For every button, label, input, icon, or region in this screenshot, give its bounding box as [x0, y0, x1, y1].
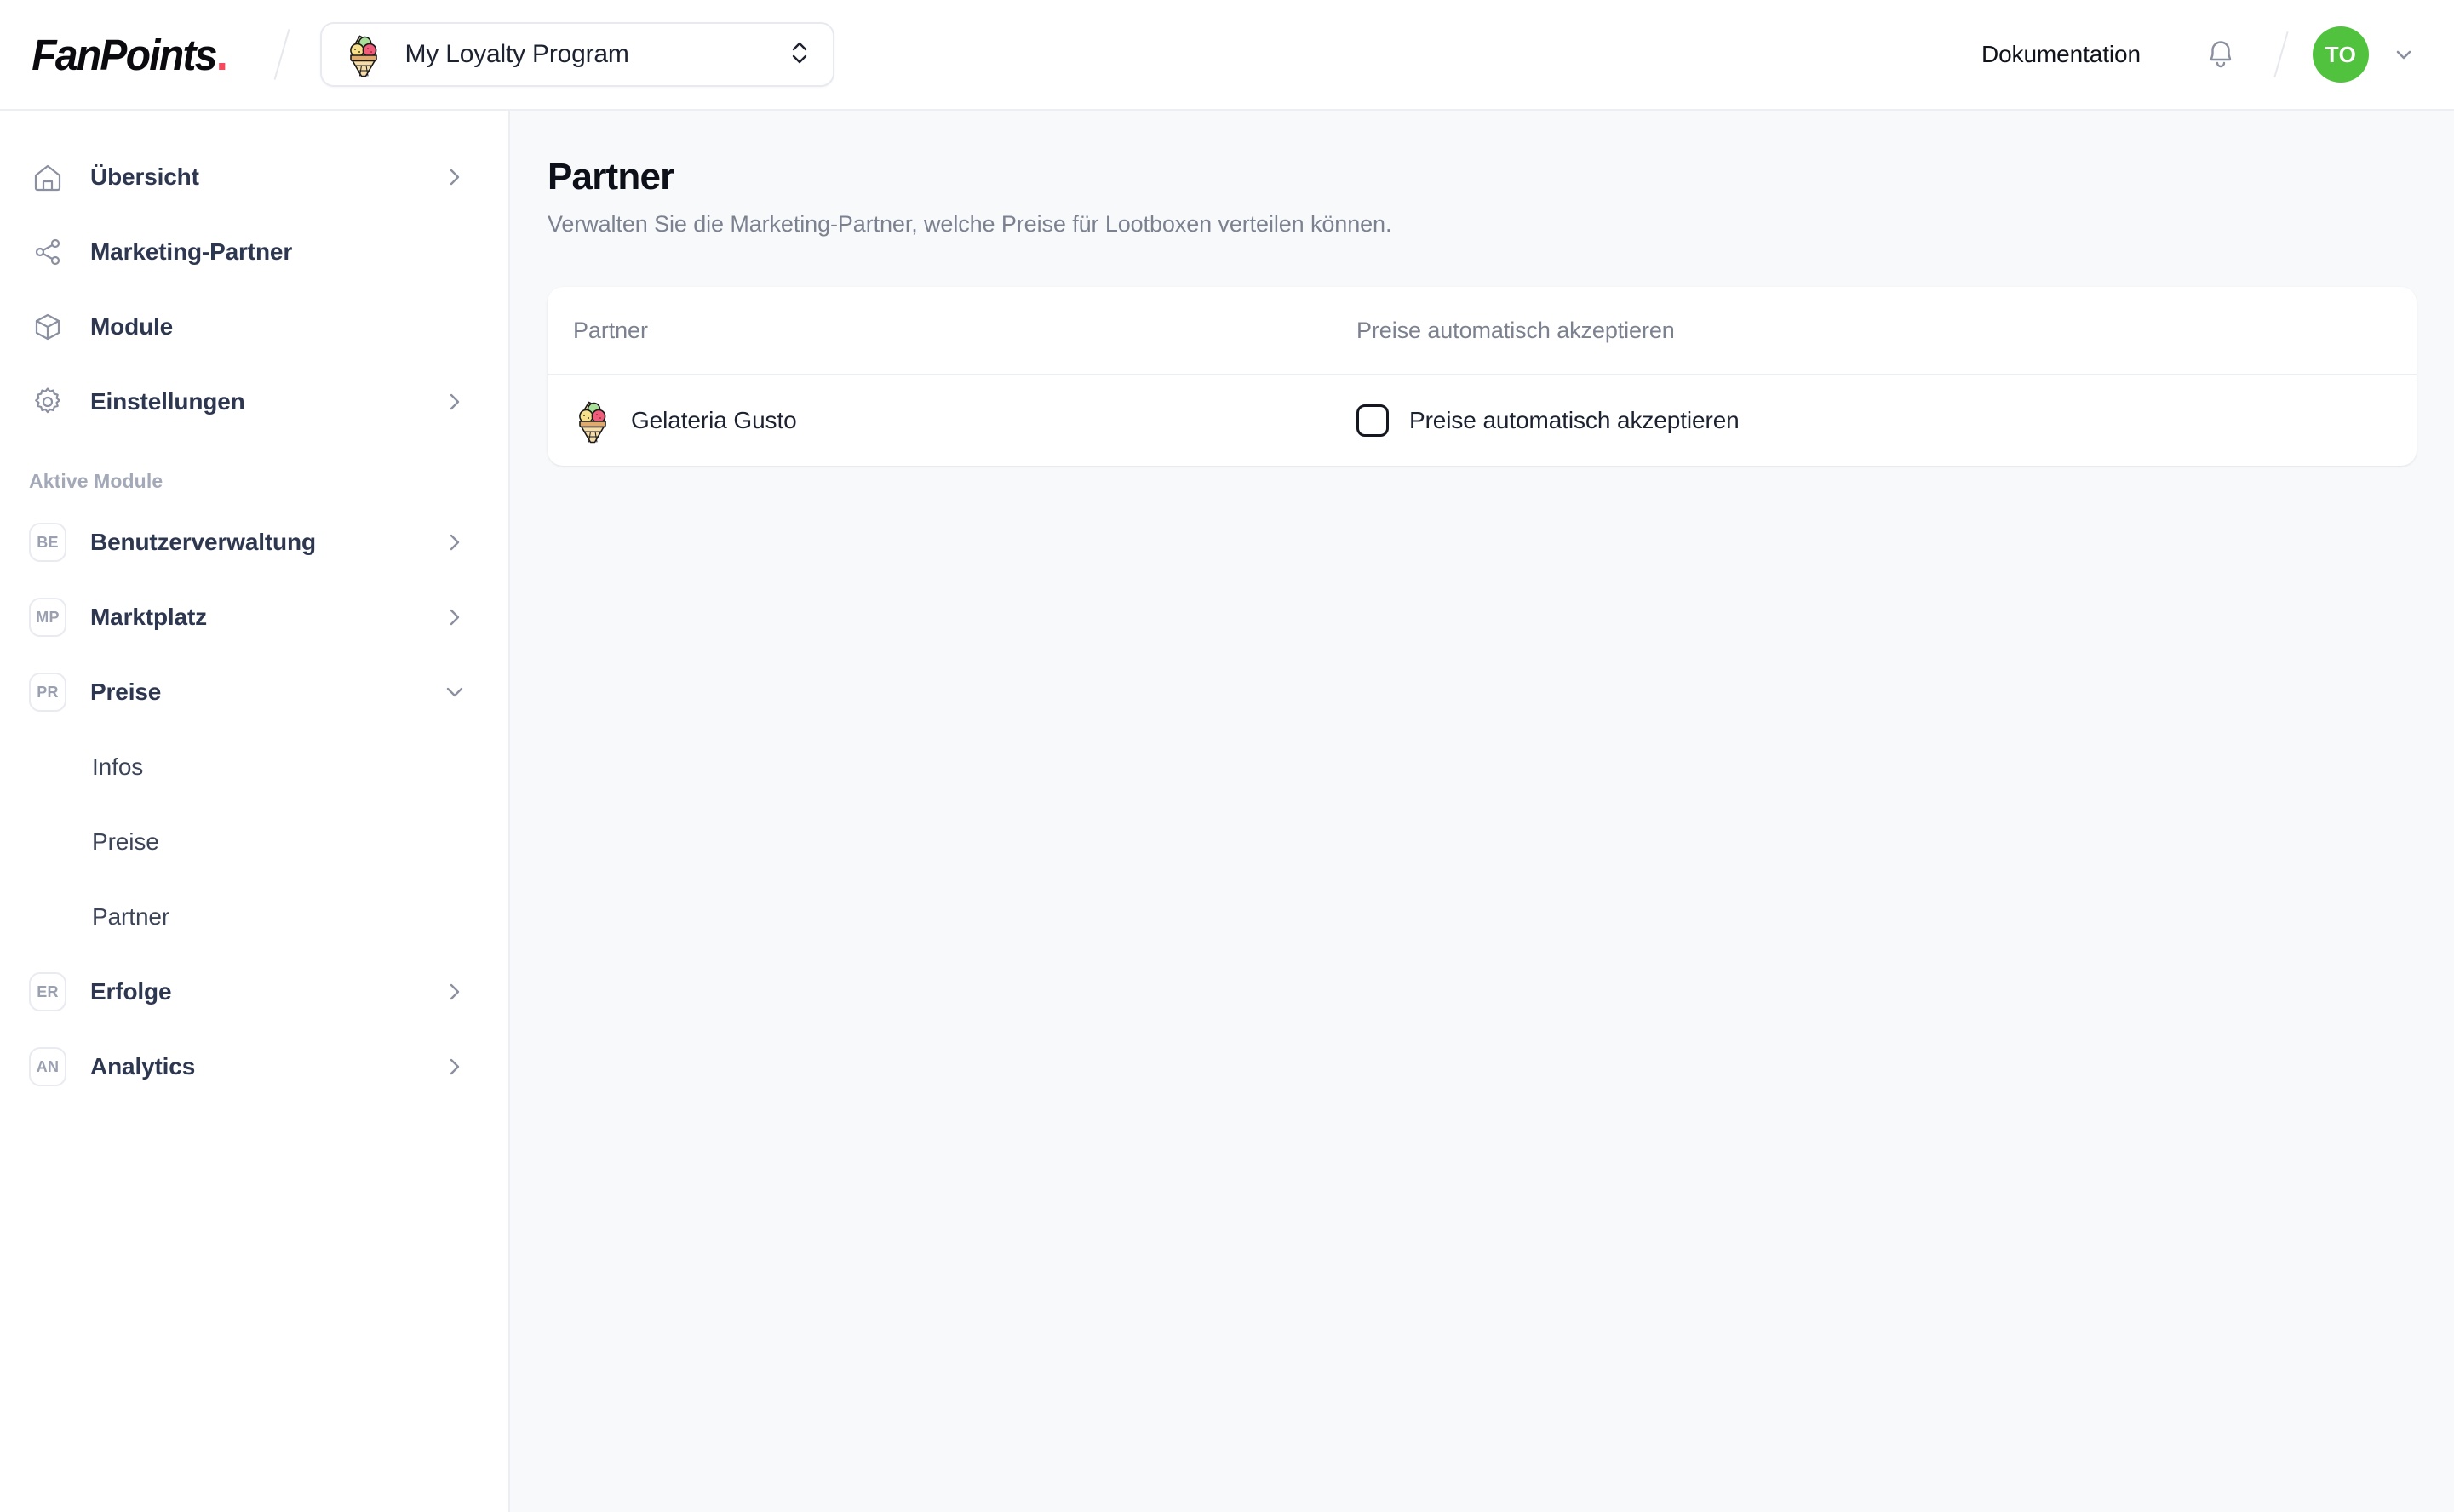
- sidebar-item-label: Marketing-Partner: [90, 238, 293, 265]
- badge-label: MP: [29, 598, 66, 637]
- sidebar-item-marketing-partner[interactable]: Marketing-Partner: [0, 215, 508, 289]
- logo-dot: .: [215, 29, 228, 80]
- sidebar-item-label: Analytics: [90, 1053, 196, 1080]
- chevron-right-icon: [440, 531, 469, 553]
- chevron-right-icon: [440, 391, 469, 413]
- table-header-row: Partner Preise automatisch akzeptieren: [548, 287, 2417, 376]
- sidebar-subitem-label: Partner: [92, 903, 170, 930]
- auto-accept-cell[interactable]: Preise automatisch akzeptieren: [1331, 404, 2417, 438]
- body: Übersicht Marketing-Partner Module Einst…: [0, 111, 2454, 1512]
- bell-icon[interactable]: [2197, 31, 2245, 78]
- sidebar-item-label: Marktplatz: [90, 604, 207, 630]
- module-badge-an: AN: [29, 1047, 66, 1086]
- sidebar-item-analytics[interactable]: AN Analytics: [0, 1029, 508, 1104]
- table-row: Gelateria Gusto Preise automatisch akzep…: [548, 375, 2417, 466]
- documentation-link[interactable]: Dokumentation: [1981, 41, 2141, 68]
- chevron-down-icon[interactable]: [2391, 42, 2417, 67]
- sidebar-subitem-label: Preise: [92, 828, 159, 855]
- sidebar-item-einstellungen[interactable]: Einstellungen: [0, 364, 508, 439]
- sidebar-item-label: Preise: [90, 679, 162, 705]
- sidebar-item-uebersicht[interactable]: Übersicht: [0, 140, 508, 215]
- logo-wordmark: FanPoints: [32, 31, 217, 79]
- partner-name: Gelateria Gusto: [631, 407, 797, 434]
- sidebar-subitem-label: Infos: [92, 753, 144, 780]
- gear-icon: [29, 385, 66, 419]
- top-bar-right: Dokumentation TO: [1981, 26, 2417, 83]
- sidebar-item-label: Benutzerverwaltung: [90, 529, 316, 555]
- sidebar-item-label: Module: [90, 313, 174, 340]
- sidebar-item-preise[interactable]: PR Preise: [0, 655, 508, 730]
- module-badge-pr: PR: [29, 673, 66, 712]
- module-badge-er: ER: [29, 972, 66, 1011]
- chevron-up-down-icon: [788, 36, 811, 74]
- header-divider-left: [273, 28, 290, 81]
- share-icon: [29, 235, 66, 269]
- sidebar-section-title: Aktive Module: [29, 470, 163, 492]
- page-title: Partner: [548, 156, 674, 198]
- avatar[interactable]: TO: [2313, 26, 2369, 83]
- sidebar-item-erfolge[interactable]: ER Erfolge: [0, 954, 508, 1029]
- header-divider-right: [2273, 31, 2289, 78]
- sidebar-item-benutzerverwaltung[interactable]: BE Benutzerverwaltung: [0, 505, 508, 580]
- sidebar-item-label: Einstellungen: [90, 388, 245, 415]
- cube-icon: [29, 310, 66, 344]
- sidebar-subitem-preise[interactable]: Preise: [0, 805, 508, 879]
- ice-cream-cone-icon: [344, 32, 383, 77]
- program-selector-value: My Loyalty Program: [404, 40, 629, 68]
- chevron-right-icon: [440, 606, 469, 628]
- sidebar-subitem-partner[interactable]: Partner: [0, 879, 508, 954]
- module-badge-mp: MP: [29, 598, 66, 637]
- sidebar-item-label: Erfolge: [90, 978, 172, 1005]
- sidebar-item-label: Übersicht: [90, 163, 199, 190]
- auto-accept-checkbox-label[interactable]: Preise automatisch akzeptieren: [1409, 407, 1740, 434]
- partner-cell: Gelateria Gusto: [548, 398, 1331, 444]
- chevron-right-icon: [440, 1056, 469, 1078]
- column-header-auto-accept: Preise automatisch akzeptieren: [1356, 317, 1675, 343]
- app-root: FanPoints. My Loyalty Program Dokumentat…: [0, 0, 2454, 1512]
- badge-label: PR: [29, 673, 66, 712]
- chevron-right-icon: [440, 981, 469, 1003]
- sidebar-item-marktplatz[interactable]: MP Marktplatz: [0, 580, 508, 655]
- fanpoints-logo[interactable]: FanPoints.: [22, 28, 228, 81]
- top-bar: FanPoints. My Loyalty Program Dokumentat…: [0, 0, 2454, 111]
- sidebar-item-module[interactable]: Module: [0, 289, 508, 364]
- badge-label: BE: [29, 523, 66, 562]
- home-icon: [29, 160, 66, 194]
- chevron-right-icon: [440, 166, 469, 188]
- chevron-down-icon: [440, 681, 469, 703]
- auto-accept-checkbox[interactable]: [1356, 404, 1389, 438]
- ice-cream-cone-icon: [573, 398, 612, 444]
- badge-label: ER: [29, 972, 66, 1011]
- partner-table-card: Partner Preise automatisch akzeptieren G…: [548, 287, 2417, 467]
- sidebar-subitem-infos[interactable]: Infos: [0, 730, 508, 805]
- program-selector[interactable]: My Loyalty Program: [319, 22, 834, 87]
- page-subtitle: Verwalten Sie die Marketing-Partner, wel…: [548, 211, 1392, 238]
- column-header-partner: Partner: [573, 317, 648, 343]
- main-content: Partner Verwalten Sie die Marketing-Part…: [510, 111, 2454, 1512]
- badge-label: AN: [29, 1047, 66, 1086]
- sidebar: Übersicht Marketing-Partner Module Einst…: [0, 111, 510, 1512]
- module-badge-be: BE: [29, 523, 66, 562]
